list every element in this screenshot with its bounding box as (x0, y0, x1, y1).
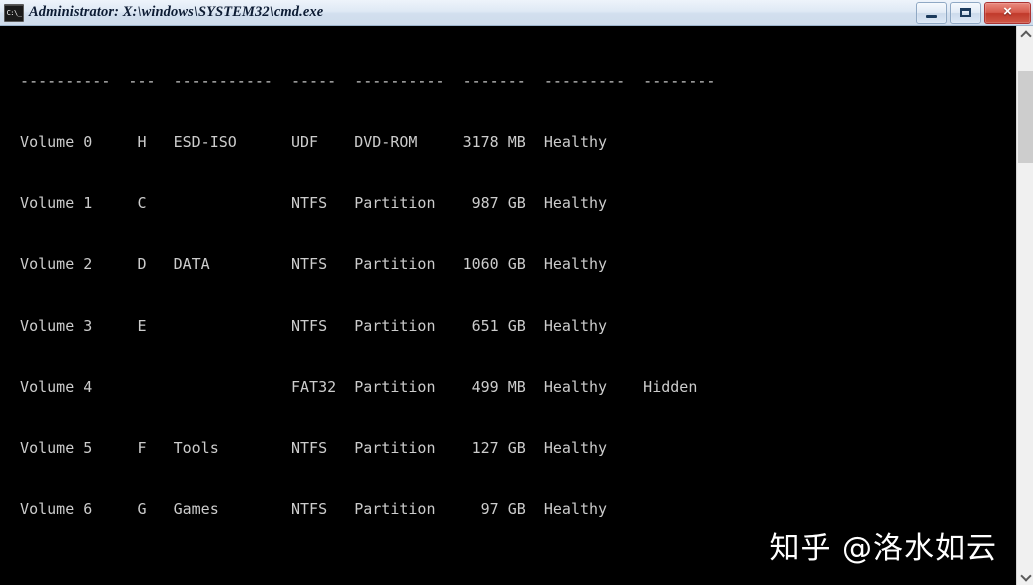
table-row: Volume 2 D DATA NTFS Partition 1060 GB H… (2, 255, 608, 274)
scrollbar-thumb[interactable] (1018, 71, 1033, 163)
table-row: Volume 3 E NTFS Partition 651 GB Healthy (2, 316, 608, 335)
watermark: 知乎 @洛水如云 (769, 531, 997, 566)
scroll-down-arrow-icon[interactable] (1017, 568, 1033, 585)
table-row: Volume 4 FAT32 Partition 499 MB Healthy … (2, 377, 698, 396)
table-row: Volume 6 G Games NTFS Partition 97 GB He… (2, 500, 608, 519)
console-output[interactable]: ---------- --- ----------- ----- -------… (0, 26, 1016, 585)
scroll-up-arrow-icon[interactable] (1017, 26, 1033, 43)
vertical-scrollbar[interactable] (1016, 26, 1033, 585)
cmd-window: C:\_ Administrator: X:\windows\SYSTEM32\… (0, 0, 1033, 585)
minimize-button[interactable] (916, 1, 947, 24)
table-row: Volume 0 H ESD-ISO UDF DVD-ROM 3178 MB H… (2, 133, 608, 152)
title-bar[interactable]: C:\_ Administrator: X:\windows\SYSTEM32\… (0, 0, 1033, 26)
window-controls: × (913, 0, 1031, 25)
minimize-icon (926, 14, 937, 18)
table-row: Volume 5 F Tools NTFS Partition 127 GB H… (2, 439, 608, 458)
table-row: Volume 1 C NTFS Partition 987 GB Healthy (2, 194, 608, 213)
close-button[interactable]: × (984, 1, 1031, 24)
close-icon: × (1003, 2, 1012, 20)
cmd-console-icon: C:\_ (4, 3, 24, 22)
window-title: Administrator: X:\windows\SYSTEM32\cmd.e… (29, 4, 324, 20)
table-header-rule: ---------- --- ----------- ----- -------… (2, 71, 716, 90)
maximize-icon (960, 7, 971, 17)
maximize-button[interactable] (950, 1, 981, 24)
